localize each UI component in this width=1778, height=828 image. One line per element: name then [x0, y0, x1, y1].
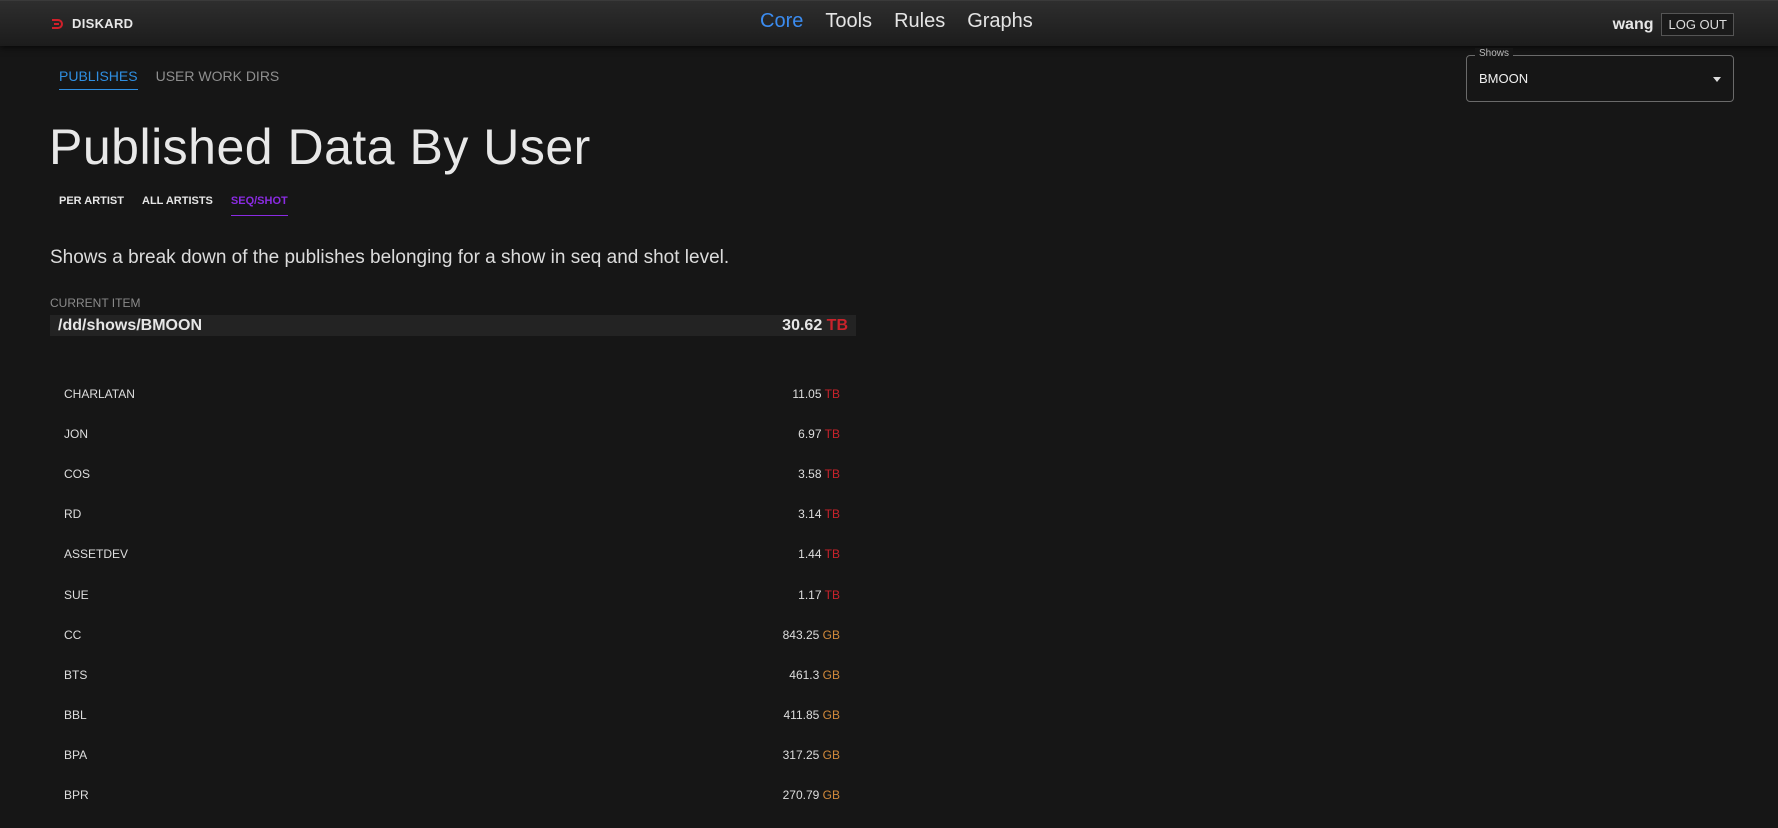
- list-item-size: 317.25 GB: [783, 748, 840, 762]
- list-item-size-unit: GB: [822, 667, 840, 682]
- list-item-size: 461.3 GB: [789, 668, 840, 682]
- sub-tabs: PUBLISHES USER WORK DIRS: [59, 68, 297, 90]
- list-item[interactable]: BPR 270.79 GB: [64, 775, 840, 815]
- current-item-path: /dd/shows/BMOON: [58, 316, 202, 334]
- shows-select-value: BMOON: [1479, 71, 1529, 86]
- list-item-size-unit: GB: [822, 747, 840, 762]
- list-item-size-value: 1.44: [798, 547, 822, 562]
- tab-user-work-dirs[interactable]: USER WORK DIRS: [156, 68, 280, 90]
- current-item-label: CURRENT ITEM: [50, 296, 141, 310]
- nav-rules[interactable]: Rules: [894, 10, 945, 33]
- list-item-name: RD: [64, 507, 82, 522]
- user-box: wang LOG OUT: [1613, 13, 1734, 36]
- tab-seq-shot[interactable]: SEQ/SHOT: [230, 195, 288, 216]
- list-item-name: SUE: [64, 587, 89, 602]
- list-item-name: ASSETDEV: [64, 547, 129, 562]
- list-item-size-value: 3.58: [798, 467, 822, 482]
- list-item-size: 411.85 GB: [784, 708, 841, 722]
- list-item-size-value: 411.85: [783, 707, 820, 722]
- nav-graphs[interactable]: Graphs: [967, 10, 1033, 33]
- list-item-name: BPR: [64, 787, 89, 802]
- nav-tools[interactable]: Tools: [825, 10, 872, 33]
- nav-core[interactable]: Core: [760, 10, 803, 33]
- list-item-size: 843.25 GB: [783, 628, 840, 642]
- list-item-size-value: 843.25: [782, 627, 820, 642]
- current-item-size-unit: TB: [826, 316, 848, 334]
- list-item-size-value: 3.14: [798, 507, 822, 522]
- page-title: Published Data By User: [49, 119, 591, 175]
- list-item[interactable]: CC 843.25 GB: [64, 615, 840, 655]
- view-tabs: PER ARTIST ALL ARTISTS SEQ/SHOT: [59, 195, 306, 216]
- list-item-size-unit: GB: [822, 627, 840, 642]
- shows-select-label: Shows: [1475, 48, 1514, 59]
- list-item-size-value: 461.3: [789, 667, 820, 682]
- top-bar: DISKARD Core Tools Rules Graphs wang LOG…: [0, 0, 1778, 46]
- list-item-name: COS: [64, 467, 91, 482]
- list-item-size-value: 1.17: [798, 587, 822, 602]
- list-item-size: 270.79 GB: [783, 788, 840, 802]
- list-item[interactable]: CHARLATAN 11.05 TB: [64, 374, 840, 414]
- list-item-size-value: 6.97: [798, 427, 822, 442]
- current-item-size-value: 30.62: [782, 316, 823, 334]
- list-item[interactable]: BTS 461.3 GB: [64, 655, 840, 695]
- page-description: Shows a break down of the publishes belo…: [50, 247, 730, 268]
- list-item-name: CC: [64, 627, 82, 642]
- list-item-name: BBL: [64, 707, 87, 722]
- list-item-size-value: 11.05: [792, 387, 822, 402]
- username: wang: [1612, 15, 1654, 33]
- main-nav: Core Tools Rules Graphs: [760, 10, 1055, 33]
- list-item-size-unit: GB: [822, 787, 840, 802]
- list-item-size-unit: TB: [824, 387, 840, 402]
- list-item-name: CHARLATAN: [64, 387, 135, 402]
- logout-button[interactable]: LOG OUT: [1661, 13, 1734, 36]
- list-item-name: BTS: [64, 667, 88, 682]
- diskard-logo-icon: [52, 18, 63, 29]
- current-item-size: 30.62 TB: [782, 317, 848, 335]
- list-item-size: 3.58 TB: [798, 467, 840, 481]
- list-item[interactable]: COS 3.58 TB: [64, 454, 840, 494]
- list-item[interactable]: SUE 1.17 TB: [64, 574, 840, 614]
- list-item-size-unit: TB: [824, 587, 840, 602]
- list-item[interactable]: RD 3.14 TB: [64, 494, 840, 534]
- list-item-size-unit: GB: [822, 707, 840, 722]
- list-item-size-value: 317.25: [782, 747, 820, 762]
- list-item[interactable]: BBL 411.85 GB: [64, 695, 840, 735]
- list-item[interactable]: ASSETDEV 1.44 TB: [64, 534, 840, 574]
- list-item-size-value: 270.79: [782, 787, 820, 802]
- current-item-bar: /dd/shows/BMOON 30.62 TB: [50, 315, 856, 336]
- list-item-size: 1.17 TB: [798, 588, 840, 602]
- dropdown-caret-icon: [1713, 77, 1721, 82]
- list-item-size: 1.44 TB: [798, 547, 840, 561]
- shows-select[interactable]: Shows BMOON: [1466, 48, 1734, 102]
- brand-name: DISKARD: [72, 16, 134, 31]
- list-item-size-unit: TB: [824, 507, 840, 522]
- seq-list: CHARLATAN 11.05 TB JON 6.97 TB COS 3.58 TB RD 3…: [64, 374, 840, 815]
- list-item-name: BPA: [64, 747, 88, 762]
- tab-publishes[interactable]: PUBLISHES: [59, 68, 138, 90]
- list-item[interactable]: JON 6.97 TB: [64, 414, 840, 454]
- list-item-size: 6.97 TB: [798, 427, 840, 441]
- list-item-name: JON: [64, 427, 88, 442]
- list-item-size: 3.14 TB: [798, 507, 840, 521]
- list-item-size-unit: TB: [824, 427, 840, 442]
- list-item-size-unit: TB: [824, 547, 840, 562]
- list-item-size: 11.05 TB: [792, 387, 840, 401]
- list-item[interactable]: BPA 317.25 GB: [64, 735, 840, 775]
- brand[interactable]: DISKARD: [50, 16, 133, 31]
- tab-per-artist[interactable]: PER ARTIST: [59, 195, 124, 216]
- tab-all-artists[interactable]: ALL ARTISTS: [142, 195, 213, 216]
- list-item-size-unit: TB: [824, 467, 840, 482]
